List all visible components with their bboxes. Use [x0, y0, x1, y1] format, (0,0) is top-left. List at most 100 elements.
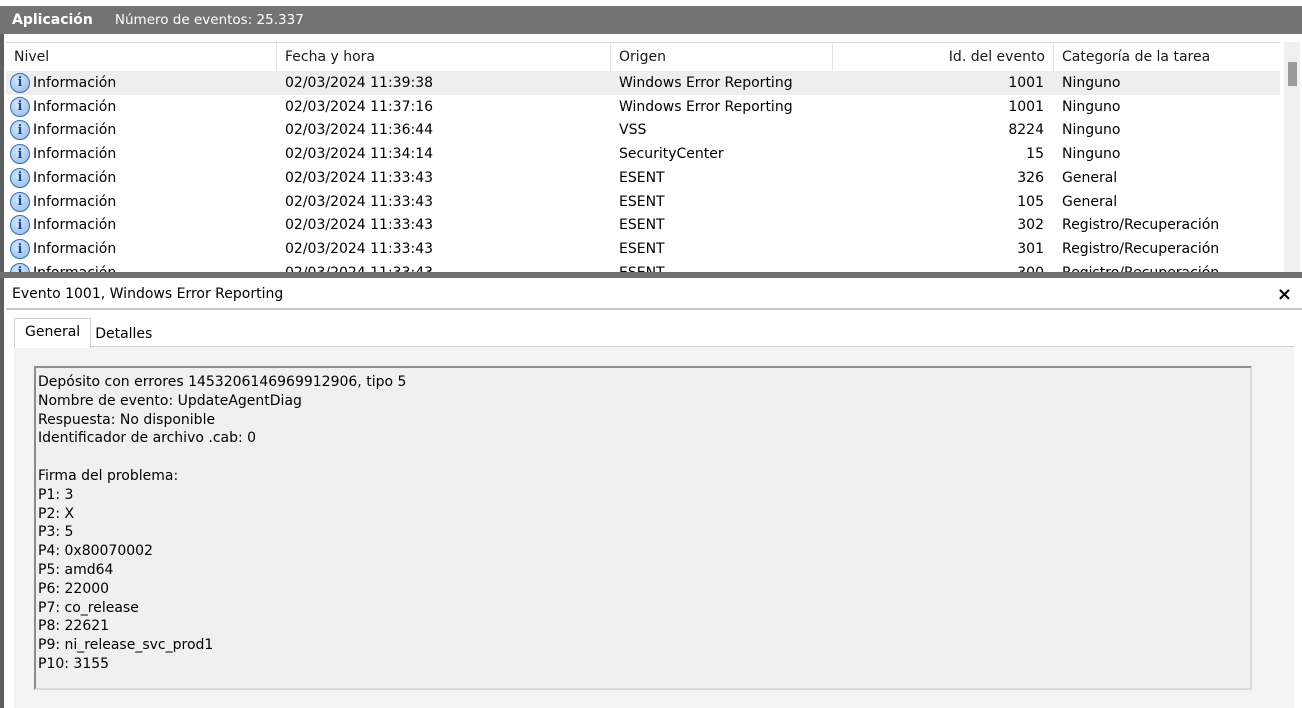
cell-event-id: 8224 [1008, 122, 1044, 139]
cell-category: General [1062, 169, 1118, 186]
cell-level: iInformación [6, 167, 277, 188]
cell-level: iInformación [6, 191, 277, 212]
level-text: Información [33, 146, 117, 163]
cell-level: iInformación [6, 96, 277, 117]
description-line: P9: ni_release_svc_prod1 [38, 637, 214, 654]
column-header-source[interactable]: Origen [611, 43, 833, 71]
cell-category: Ninguno [1062, 146, 1121, 163]
description-line: P7: co_release [38, 599, 139, 616]
cell-datetime: 02/03/2024 11:36:44 [285, 122, 434, 139]
table-row[interactable]: i Información 02/03/2024 11:34:14 SecurityC… [6, 142, 1280, 166]
cell-datetime: 02/03/2024 11:37:16 [285, 98, 434, 115]
cell-level: iInformación [6, 239, 277, 260]
cell-source: ESENT [619, 169, 665, 186]
description-line: P3: 5 [38, 524, 74, 541]
cell-source: Windows Error Reporting [619, 98, 793, 115]
description-line: Nombre de evento: UpdateAgentDiag [38, 392, 302, 409]
cell-event-id: 1001 [1008, 74, 1044, 91]
info-icon: i [10, 239, 30, 260]
level-text: Información [33, 241, 117, 258]
event-description: Depósito con errores 1453206146969912906… [38, 373, 406, 674]
level-text: Información [33, 169, 117, 186]
grid-scrollbar-thumb[interactable] [1288, 62, 1297, 86]
pane-splitter[interactable] [0, 272, 1302, 278]
cell-source: ESENT [619, 193, 665, 210]
cell-level: iInformación [6, 120, 277, 141]
cell-event-id: 15 [1026, 146, 1044, 163]
table-row[interactable]: i Información 02/03/2024 11:33:43 ESENT 302 R… [6, 214, 1280, 238]
cell-category: Registro/Recuperación [1054, 265, 1280, 272]
cell-datetime: 02/03/2024 11:33:43 [285, 217, 434, 234]
column-header-event-id[interactable]: Id. del evento [833, 43, 1054, 71]
cell-event-id: 105 [1017, 193, 1044, 210]
info-icon: i [10, 262, 30, 272]
level-text: Información [33, 217, 117, 234]
description-line: Depósito con errores 1453206146969912906… [38, 374, 407, 390]
table-row[interactable]: i Información 02/03/2024 11:37:16 Windows E… [6, 95, 1280, 119]
level-text: Información [33, 74, 117, 91]
table-row[interactable]: i Información 02/03/2024 11:33:43 ESENT 105 G… [6, 190, 1280, 214]
cell-category: Ninguno [1062, 122, 1121, 139]
cell-source: Windows Error Reporting [619, 74, 793, 91]
column-header-datetime[interactable]: Fecha y hora [277, 43, 611, 71]
description-line: Firma del problema: [38, 467, 179, 484]
info-icon: i [10, 167, 30, 188]
event-description-box[interactable]: Depósito con errores 1453206146969912906… [34, 366, 1252, 690]
cell-event-id: 326 [1017, 169, 1044, 186]
cell-level: iInformación [6, 144, 277, 165]
detail-title: Evento 1001, Windows Error Reporting [6, 280, 1302, 310]
event-grid: Nivel Fecha y hora Origen Id. del evento… [6, 42, 1280, 272]
description-line: Respuesta: No disponible [38, 411, 216, 428]
level-text: Información [33, 265, 116, 272]
cell-datetime: 02/03/2024 11:33:43 [285, 241, 434, 258]
table-row[interactable]: i Información 02/03/2024 11:33:43 ESENT 326 G… [6, 166, 1280, 190]
log-titlebar: Aplicación Número de eventos: 25.337 [0, 6, 1302, 34]
info-icon: i [10, 96, 30, 117]
cell-event-id: 302 [1017, 217, 1044, 234]
info-icon: i [10, 144, 30, 165]
cell-datetime: 02/03/2024 11:34:14 [285, 146, 434, 163]
description-line: P8: 22621 [38, 618, 110, 635]
table-row[interactable]: i Información 02/03/2024 11:36:44 VSS 8224 Ni… [6, 119, 1280, 143]
cell-category: Registro/Recuperación [1062, 217, 1220, 234]
cell-source: SecurityCenter [619, 146, 724, 163]
column-header-level[interactable]: Nivel [6, 43, 277, 71]
table-row[interactable]: i Información 02/03/2024 11:39:38 Windows E… [6, 71, 1280, 95]
cell-category: Ninguno [1062, 74, 1121, 91]
cell-datetime: 02/03/2024 11:33:43 [285, 193, 434, 210]
description-line: P2: X [38, 505, 75, 522]
cell-level: iInformación [6, 262, 277, 272]
description-line: P4: 0x80070002 [38, 543, 153, 560]
cell-datetime: 02/03/2024 11:33:43 [277, 265, 611, 272]
description-line: P6: 22000 [38, 580, 110, 597]
info-icon: i [10, 215, 30, 236]
cell-source: ESENT [619, 217, 665, 234]
cell-event-id: 1001 [1008, 98, 1044, 115]
tab-general[interactable]: General [14, 318, 92, 348]
description-line: P1: 3 [38, 486, 74, 503]
left-border [0, 34, 4, 708]
info-icon: i [10, 191, 30, 212]
table-row[interactable]: i Información 02/03/2024 11:33:43 ESENT 301 R… [6, 237, 1280, 261]
cell-level: iInformación [6, 215, 277, 236]
cell-category: Ninguno [1062, 98, 1121, 115]
level-text: Información [33, 193, 117, 210]
grid-scrollbar[interactable] [1284, 42, 1300, 272]
description-line: P10: 3155 [38, 655, 110, 672]
description-line: Identificador de archivo .cab: 0 [38, 430, 257, 447]
cell-datetime: 02/03/2024 11:39:38 [285, 74, 434, 91]
info-icon: i [10, 120, 30, 141]
level-text: Información [33, 122, 117, 139]
tab-details[interactable]: Detalles [91, 318, 162, 348]
cell-event-id: 301 [1017, 241, 1044, 258]
cell-source: ESENT [611, 265, 833, 272]
cell-datetime: 02/03/2024 11:33:43 [285, 169, 434, 186]
column-header-category[interactable]: Categoría de la tarea [1054, 43, 1280, 71]
description-line: P5: amd64 [38, 561, 114, 578]
cell-event-id: 300 [833, 265, 1054, 272]
table-row[interactable]: iInformación02/03/2024 11:33:43ESENT300R… [6, 261, 1280, 272]
close-icon[interactable]: × [1277, 284, 1292, 305]
event-count: Número de eventos: 25.337 [114, 12, 304, 28]
level-text: Información [33, 98, 117, 115]
grid-body: i Información 02/03/2024 11:39:38 Windows E… [6, 71, 1280, 272]
